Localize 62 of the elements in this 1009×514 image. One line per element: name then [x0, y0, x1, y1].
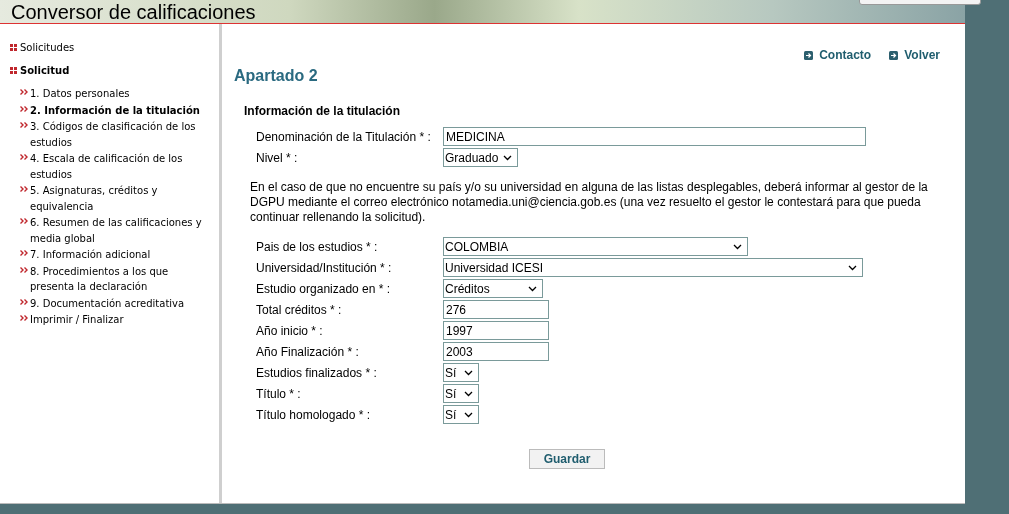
chevron-down-icon: [503, 154, 512, 161]
sidebar-section[interactable]: Solicitudes: [20, 40, 75, 55]
sidebar-item[interactable]: 1. Datos personales: [30, 86, 130, 102]
nav-link[interactable]: Contacto: [819, 46, 872, 64]
chevron-down-icon: [464, 390, 473, 397]
sidebar-item[interactable]: Imprimir / Finalizar: [30, 312, 124, 328]
notice-text: En el caso de que no encuentre su país y/o su universidad en alguna de las listas desplegables, deberá informar al gestor de la DGPU mediante el correo electrónico notamedia.uni@ciencia.gob.es (una vez resuelto el gestor le contestará para que pueda continuar rellenando la solicitud).: [249, 180, 929, 225]
double-chevron-icon: [20, 105, 28, 112]
double-chevron-icon: [20, 122, 28, 128]
field-label: Año Finalización * :: [255, 343, 360, 361]
field-label: Título homologado * :: [255, 406, 372, 424]
section-title: Información de la titulación: [243, 103, 402, 120]
field-label: Estudios finalizados * :: [255, 364, 378, 382]
dots-icon: [10, 67, 18, 74]
double-chevron-icon: [20, 266, 28, 273]
chevron-down-icon: [733, 243, 742, 250]
field-label: Denominación de la Titulación * :: [255, 128, 432, 146]
select-field[interactable]: Créditos: [443, 279, 543, 298]
double-chevron-icon: [20, 89, 28, 95]
field-label: Estudio organizado en * :: [255, 280, 392, 298]
double-chevron-icon: [20, 154, 28, 160]
app-title: Conversor de calificaciones: [11, 1, 256, 22]
select-field[interactable]: Sí: [443, 405, 479, 424]
sidebar-item[interactable]: 2. Información de la titulación: [30, 102, 200, 118]
sidebar-item[interactable]: 9. Documentación acreditativa: [30, 295, 185, 311]
select-field[interactable]: Universidad ICESI: [443, 258, 863, 277]
field-label: Año inicio * :: [255, 322, 324, 340]
nav-link[interactable]: Volver: [904, 46, 940, 64]
select-field[interactable]: Graduado: [443, 148, 518, 167]
field-label: Universidad/Institución * :: [255, 259, 393, 277]
select-field[interactable]: Sí: [443, 363, 479, 382]
sidebar-item[interactable]: 7. Información adicional: [30, 247, 151, 263]
input-field[interactable]: 1997: [443, 321, 549, 340]
sidebar-section[interactable]: Solicitud: [20, 63, 70, 78]
arrow-square-icon: [804, 50, 814, 60]
chevron-down-icon: [848, 264, 857, 271]
double-chevron-icon: [20, 186, 28, 192]
field-label: Total créditos * :: [255, 301, 343, 319]
double-chevron-icon: [20, 218, 28, 224]
chevron-down-icon: [528, 285, 537, 292]
save-button[interactable]: Guardar: [529, 449, 605, 469]
field-label: Título * :: [255, 385, 302, 403]
double-chevron-icon: [20, 298, 28, 305]
select-field[interactable]: Sí: [443, 384, 479, 403]
chevron-down-icon: [464, 369, 473, 376]
sidebar-item[interactable]: 5. Asignaturas, créditos y equivalencia: [30, 183, 213, 214]
field-label: Nivel * :: [255, 149, 299, 167]
double-chevron-icon: [20, 315, 28, 321]
page-title: Apartado 2: [234, 66, 319, 86]
input-field[interactable]: 276: [443, 300, 549, 319]
sidebar-item[interactable]: 4. Escala de calificación de los estudios: [30, 151, 213, 182]
arrow-square-icon: [889, 50, 899, 60]
select-field[interactable]: COLOMBIA: [443, 237, 748, 256]
sidebar-item[interactable]: 6. Resumen de las calificaciones y media global: [30, 215, 213, 246]
sidebar-item[interactable]: 8. Procedimientos a los que presenta la declaración: [30, 263, 213, 295]
dots-icon: [10, 44, 18, 51]
input-field[interactable]: MEDICINA: [443, 127, 866, 146]
field-label: Pais de los estudios * :: [255, 238, 379, 256]
double-chevron-icon: [20, 250, 28, 256]
chevron-down-icon: [464, 411, 473, 418]
input-field[interactable]: 2003: [443, 342, 549, 361]
sidebar-item[interactable]: 3. Códigos de clasificación de los estudios: [30, 119, 213, 150]
